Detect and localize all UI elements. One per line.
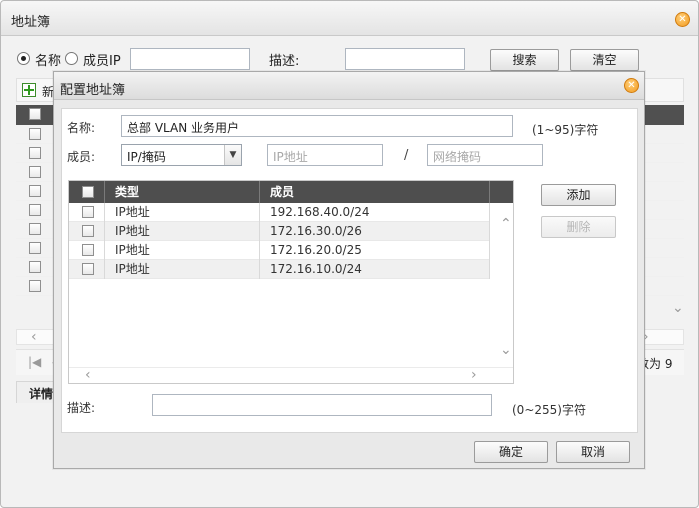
row-checkbox[interactable] (29, 242, 41, 254)
dialog-titlebar: 配置地址簿 ✕ (54, 72, 644, 100)
row-checkbox[interactable] (29, 185, 41, 197)
row-checkbox[interactable] (29, 204, 41, 216)
name-length-hint: (1~95)字符 (532, 123, 599, 137)
delete-member-button[interactable]: 删除 (541, 216, 616, 238)
cancel-button[interactable]: 取消 (556, 441, 630, 463)
row-checkbox[interactable] (29, 261, 41, 273)
table-row[interactable]: IP地址 172.16.30.0/26 (69, 222, 490, 241)
cell-type: IP地址 (105, 260, 260, 279)
cell-type: IP地址 (105, 222, 260, 241)
window-titlebar: 地址簿 ✕ (1, 1, 698, 36)
close-icon[interactable]: ✕ (675, 12, 690, 27)
list-vertical-scrollbar[interactable]: ⌄ (672, 125, 686, 325)
table-row[interactable]: IP地址 192.168.40.0/24 (69, 203, 490, 222)
search-name-input[interactable] (130, 48, 250, 70)
cell-type: IP地址 (105, 241, 260, 260)
row-checkbox[interactable] (82, 225, 94, 237)
member-table-vertical-scrollbar[interactable]: ⌃ ⌄ (498, 203, 513, 369)
cell-member: 172.16.10.0/24 (260, 260, 490, 279)
add-member-button[interactable]: 添加 (541, 184, 616, 206)
dialog-form: 名称: 总部 VLAN 业务用户 (1~95)字符 成员: IP/掩码 ▼ IP… (61, 108, 638, 433)
row-checkbox[interactable] (82, 263, 94, 275)
member-table-horizontal-scrollbar[interactable]: ‹ › (69, 367, 513, 383)
name-label: 名称: (67, 121, 96, 135)
radio-search-by-member[interactable] (65, 52, 78, 65)
first-page-icon[interactable]: |◀ (28, 355, 41, 369)
scroll-left-icon[interactable]: ‹ (85, 368, 91, 382)
scroll-down-icon[interactable]: ⌄ (672, 301, 684, 315)
row-checkbox[interactable] (29, 128, 41, 140)
row-checkbox[interactable] (29, 147, 41, 159)
ok-button[interactable]: 确定 (474, 441, 548, 463)
description-length-hint: (0~255)字符 (512, 403, 586, 417)
search-button[interactable]: 搜索 (490, 49, 559, 71)
row-checkbox-cell (69, 260, 105, 279)
cell-member: 192.168.40.0/24 (260, 203, 490, 222)
scroll-left-icon[interactable]: ‹ (31, 330, 37, 344)
select-all-checkbox[interactable] (82, 186, 94, 198)
header-type[interactable]: 类型 (105, 181, 260, 203)
row-checkbox-cell (69, 222, 105, 241)
table-row[interactable]: IP地址 172.16.10.0/24 (69, 260, 490, 279)
header-member[interactable]: 成员 (260, 181, 490, 203)
row-checkbox[interactable] (29, 223, 41, 235)
description-label: 描述: (67, 401, 96, 415)
chevron-down-icon[interactable]: ▼ (224, 145, 241, 165)
cell-member: 172.16.30.0/26 (260, 222, 490, 241)
row-checkbox[interactable] (82, 244, 94, 256)
search-desc-label: 描述: (269, 54, 300, 69)
radio-name-label: 名称 (35, 54, 62, 69)
scroll-down-icon[interactable]: ⌄ (500, 343, 512, 357)
member-table: 类型 成员 IP地址 192.168.40.0/24 IP地址 172.16.3… (68, 180, 514, 384)
cell-member: 172.16.20.0/25 (260, 241, 490, 260)
radio-member-label: 成员IP (83, 54, 121, 69)
row-checkbox-cell (69, 241, 105, 260)
search-desc-input[interactable] (345, 48, 465, 70)
add-icon[interactable] (22, 83, 36, 97)
clear-button[interactable]: 清空 (570, 49, 639, 71)
radio-search-by-name[interactable] (17, 52, 30, 65)
row-checkbox-cell (69, 203, 105, 222)
member-label: 成员: (67, 150, 96, 164)
header-checkbox-cell (69, 181, 105, 203)
table-row[interactable]: IP地址 172.16.20.0/25 (69, 241, 490, 260)
dialog-title: 配置地址簿 (60, 83, 126, 98)
netmask-input[interactable]: 网络掩码 (427, 144, 543, 166)
scroll-right-icon[interactable]: › (471, 368, 477, 382)
ip-mask-separator: / (404, 148, 409, 163)
name-field[interactable]: 总部 VLAN 业务用户 (121, 115, 513, 137)
cell-type: IP地址 (105, 203, 260, 222)
member-type-select[interactable]: IP/掩码 ▼ (121, 144, 242, 166)
row-checkbox[interactable] (29, 280, 41, 292)
scroll-up-icon[interactable]: ⌃ (500, 217, 512, 231)
member-type-value: IP/掩码 (127, 150, 166, 164)
row-checkbox[interactable] (82, 206, 94, 218)
window-title: 地址簿 (11, 15, 51, 30)
member-table-header: 类型 成员 (69, 181, 513, 203)
config-address-book-dialog: 配置地址簿 ✕ 名称: 总部 VLAN 业务用户 (1~95)字符 成员: IP… (53, 71, 645, 469)
description-field[interactable] (152, 394, 492, 416)
close-icon[interactable]: ✕ (624, 78, 639, 93)
row-checkbox[interactable] (29, 166, 41, 178)
ip-address-input[interactable]: IP地址 (267, 144, 383, 166)
select-all-checkbox[interactable] (29, 108, 41, 120)
